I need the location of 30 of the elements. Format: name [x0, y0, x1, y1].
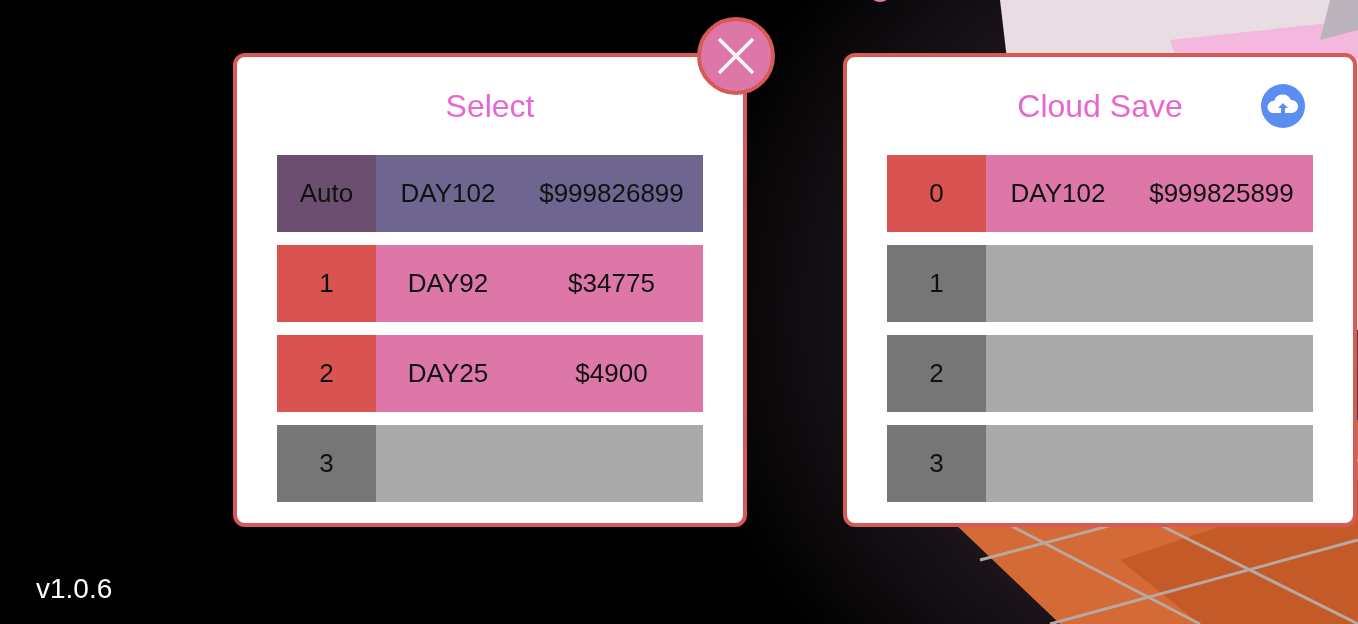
close-icon — [716, 36, 756, 76]
slot-info-cell[interactable]: DAY92 $34775 — [376, 245, 703, 322]
slot-info-cell[interactable] — [986, 425, 1313, 502]
slot-info-cell[interactable] — [376, 425, 703, 502]
day-text: DAY102 — [399, 178, 497, 209]
slot-info-cell[interactable]: DAY102 $999826899 — [376, 155, 703, 232]
slot-info-cell[interactable] — [986, 245, 1313, 322]
money-text: $999825899 — [1148, 178, 1295, 209]
money-text: $34775 — [567, 268, 656, 299]
slot-info-cell[interactable] — [986, 335, 1313, 412]
panel-title: Select — [445, 87, 535, 125]
money-text: $999826899 — [538, 178, 685, 209]
day-text: DAY102 — [1009, 178, 1107, 209]
slot-info-cell[interactable]: DAY25 $4900 — [376, 335, 703, 412]
money-text: $4900 — [574, 358, 649, 389]
slot-number-cell[interactable]: 0 — [887, 155, 986, 232]
slot-number-cell[interactable]: 1 — [277, 245, 376, 322]
slot-number-cell[interactable]: 2 — [887, 335, 986, 412]
slot-number-cell[interactable]: 2 — [277, 335, 376, 412]
cloud-upload-button[interactable] — [1261, 84, 1305, 128]
slot-number-cell[interactable]: 3 — [887, 425, 986, 502]
day-text: DAY92 — [406, 268, 490, 299]
slot-number-cell[interactable]: 3 — [277, 425, 376, 502]
slot-number-cell[interactable]: 1 — [887, 245, 986, 322]
cloud-upload-icon — [1261, 84, 1305, 128]
slot-info-cell[interactable]: DAY102 $999825899 — [986, 155, 1313, 232]
panel-title: Cloud Save — [1017, 87, 1183, 125]
day-text: DAY25 — [406, 358, 490, 389]
version-text: v1.0.6 — [36, 573, 113, 605]
slot-number-cell[interactable]: Auto — [277, 155, 376, 232]
